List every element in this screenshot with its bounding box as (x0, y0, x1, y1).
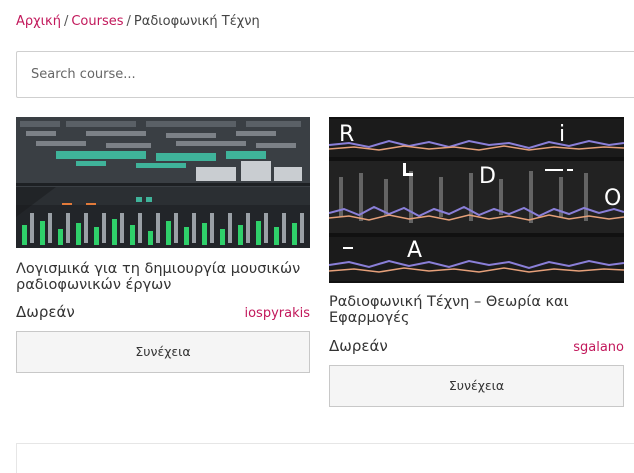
thumb-letter: i (559, 122, 565, 147)
breadcrumb-separator: / (63, 14, 69, 29)
thumb-letter: R (339, 122, 354, 147)
breadcrumb-courses-link[interactable]: Courses (71, 14, 123, 29)
course-card: Λογισμικά για τη δημιουργία μουσικών ραδ… (16, 117, 310, 373)
course-meta: Δωρεάν iospyrakis (16, 303, 310, 321)
continue-button[interactable]: Συνέχεια (329, 365, 624, 407)
course-thumbnail-daw[interactable] (16, 117, 310, 248)
course-price: Δωρεάν (329, 337, 388, 355)
search-input[interactable] (17, 52, 634, 97)
course-author-link[interactable]: iospyrakis (244, 306, 310, 321)
course-price: Δωρεάν (16, 303, 75, 321)
course-meta: Δωρεάν sgalano (329, 337, 624, 355)
breadcrumb-separator: / (126, 14, 131, 29)
next-section-box (16, 443, 634, 473)
thumb-letter: A (407, 238, 422, 263)
course-thumbnail-radio[interactable]: R i D O A (329, 117, 624, 283)
thumb-letter: D (479, 164, 496, 189)
thumb-letter: O (604, 186, 621, 211)
course-title[interactable]: Λογισμικά για τη δημιουργία μουσικών ραδ… (16, 261, 310, 293)
course-author-link[interactable]: sgalano (573, 340, 624, 355)
search-box (16, 51, 634, 98)
course-card: R i D O A Ραδιοφωνική Τέχνη – Θεωρία και… (329, 117, 624, 407)
course-title[interactable]: Ραδιοφωνική Τέχνη – Θεωρία και Εφαρμογές (329, 294, 624, 326)
breadcrumb: Αρχική / Courses / Ραδιοφωνική Τέχνη (16, 14, 260, 29)
breadcrumb-home-link[interactable]: Αρχική (16, 14, 61, 29)
breadcrumb-current: Ραδιοφωνική Τέχνη (133, 14, 260, 29)
continue-button[interactable]: Συνέχεια (16, 331, 310, 373)
